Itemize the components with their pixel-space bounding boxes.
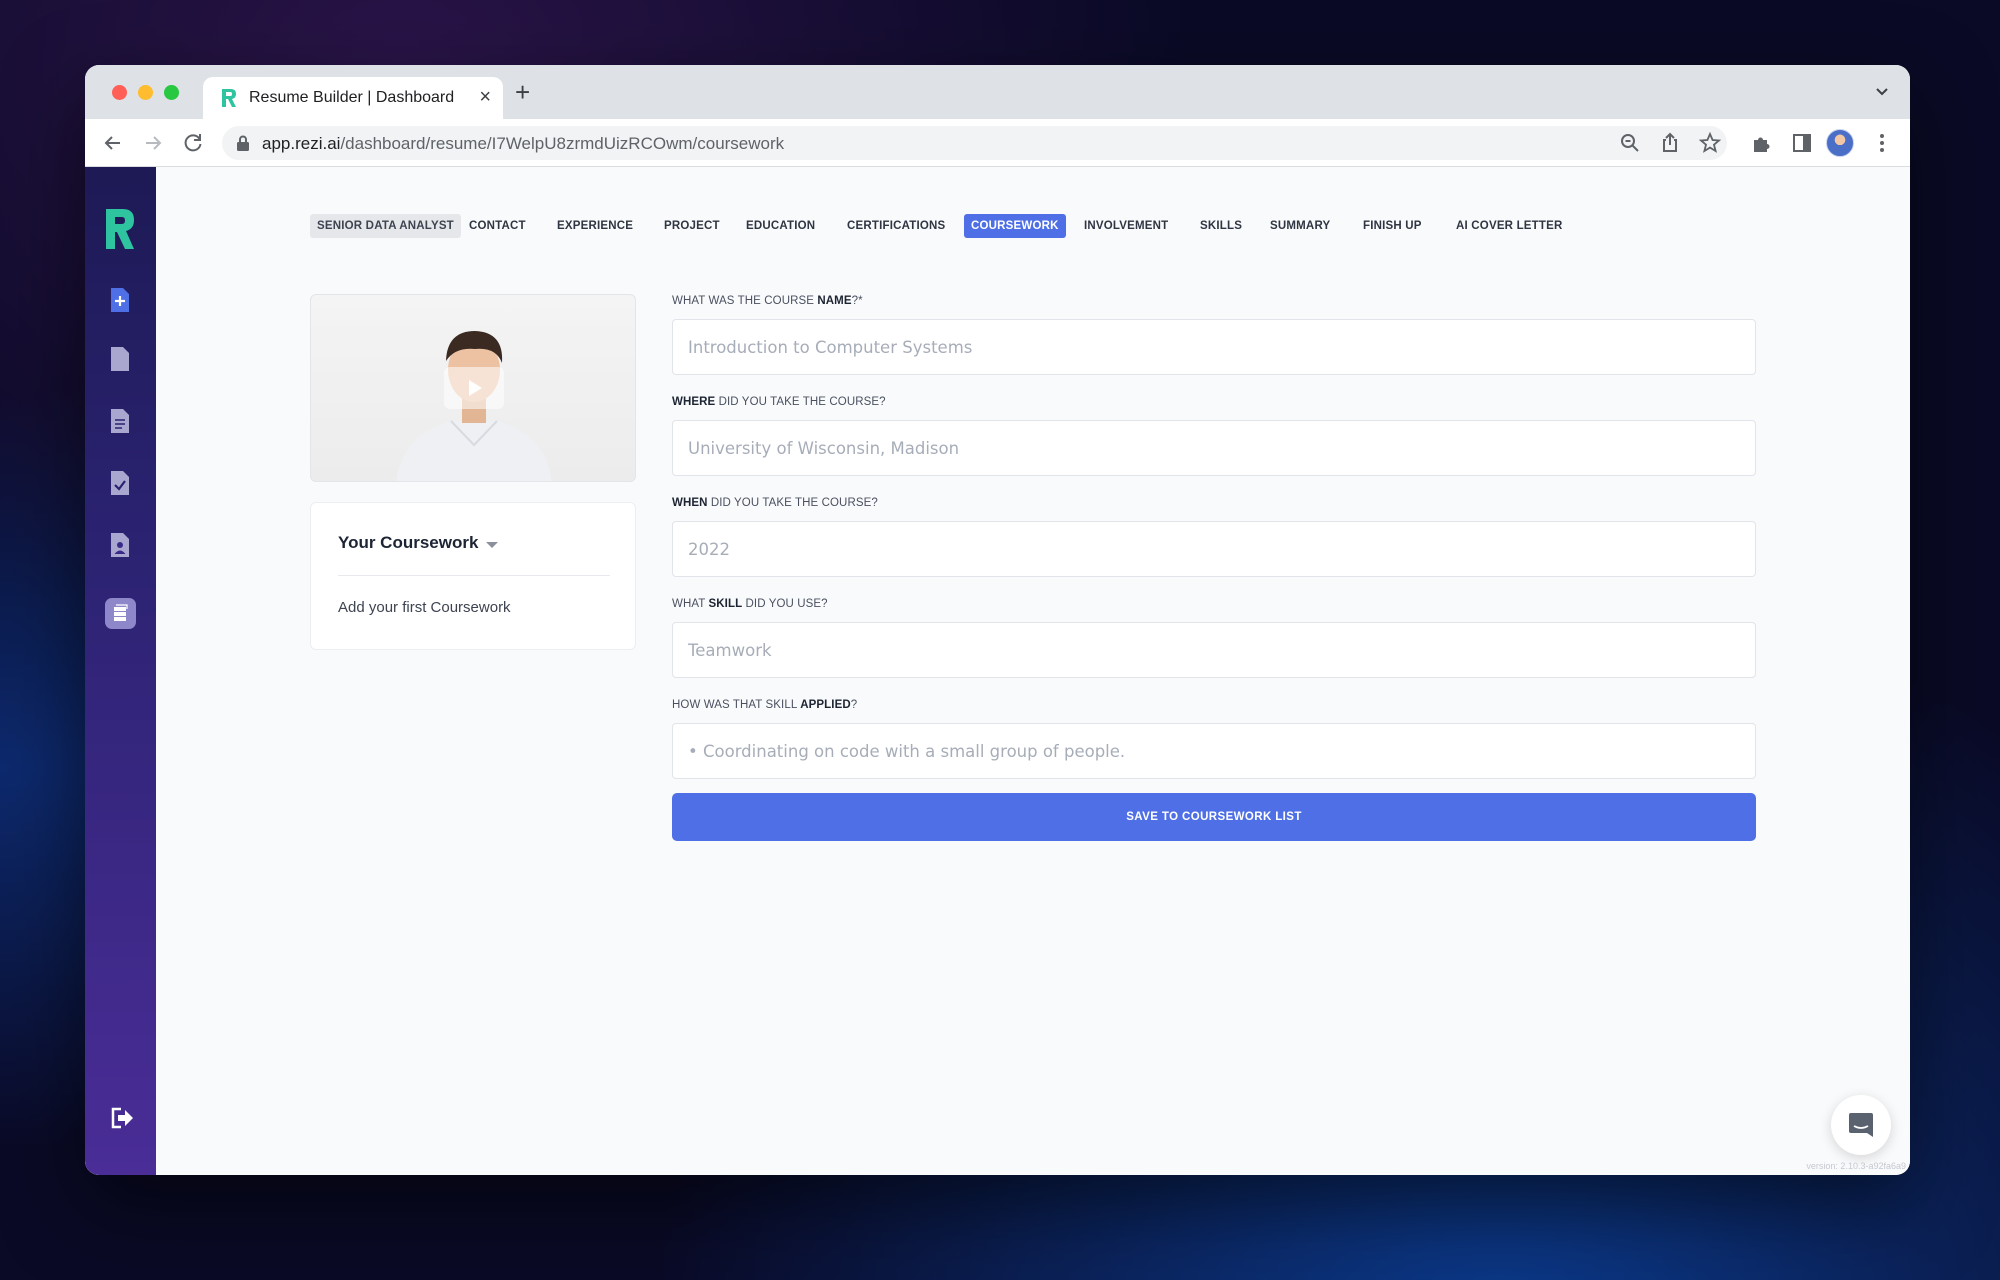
close-tab-icon[interactable]: × — [479, 86, 491, 108]
browser-menu-icon[interactable] — [1870, 131, 1894, 155]
document-icon[interactable] — [109, 346, 131, 372]
coursework-stack-icon[interactable] — [111, 601, 129, 625]
back-icon[interactable] — [101, 131, 125, 155]
browser-toolbar: app.rezi.ai/dashboard/resume/I7WelpU8zrm… — [85, 119, 1910, 167]
version-label: version: 2.10.3-a92fa6a9 — [1806, 1161, 1906, 1171]
tab-ai-cover-letter[interactable]: AI COVER LETTER — [1449, 214, 1570, 238]
label-text: ? — [850, 699, 858, 711]
minimize-window-button[interactable] — [138, 85, 153, 100]
label-bold: SKILL — [708, 598, 743, 610]
reload-icon[interactable] — [181, 131, 205, 155]
course-name-input[interactable] — [673, 320, 1755, 374]
close-window-button[interactable] — [112, 85, 127, 100]
label-bold: NAME — [817, 295, 852, 307]
side-panel-icon[interactable] — [1790, 131, 1814, 155]
label-text: WHAT — [672, 598, 709, 610]
url-path: /dashboard/resume/I7WelpU8zrmdUizRCOwm/c… — [340, 134, 785, 153]
where-input[interactable] — [673, 421, 1755, 475]
when-field[interactable] — [672, 521, 1756, 577]
logout-icon[interactable] — [109, 1107, 135, 1129]
label-text: DID YOU TAKE THE COURSE? — [707, 497, 878, 509]
caret-down-icon[interactable] — [486, 542, 498, 548]
skill-label: WHAT SKILL DID YOU USE? — [672, 598, 828, 610]
label-text: DID YOU TAKE THE COURSE? — [715, 396, 886, 408]
tab-experience[interactable]: EXPERIENCE — [550, 214, 640, 238]
label-text: ?* — [851, 295, 863, 307]
browser-tab[interactable]: Resume Builder | Dashboard × — [203, 77, 503, 119]
divider — [338, 575, 610, 576]
new-resume-icon[interactable] — [109, 287, 131, 313]
label-bold: WHERE — [672, 396, 716, 408]
tab-title: Resume Builder | Dashboard — [249, 89, 455, 106]
chevron-down-icon[interactable] — [1872, 81, 1892, 101]
address-bar[interactable]: app.rezi.ai/dashboard/resume/I7WelpU8zrm… — [222, 126, 1727, 160]
applied-input[interactable] — [673, 724, 1755, 778]
bookmark-star-icon[interactable] — [1698, 131, 1722, 155]
forward-icon[interactable] — [141, 131, 165, 155]
label-bold: WHEN — [672, 497, 708, 509]
new-tab-icon[interactable]: + — [515, 79, 530, 105]
label-bold: APPLIED — [800, 699, 851, 711]
tutorial-video[interactable] — [310, 294, 636, 482]
applied-field[interactable] — [672, 723, 1756, 779]
coursework-panel: Your Coursework Add your first Coursewor… — [310, 502, 636, 650]
lock-icon — [237, 135, 249, 151]
browser-window: Resume Builder | Dashboard × + app.rezi.… — [85, 65, 1910, 1175]
rezi-favicon-icon — [222, 89, 236, 107]
app-content: SENIOR DATA ANALYST CONTACT EXPERIENCE P… — [85, 167, 1910, 1175]
document-person-icon[interactable] — [109, 532, 131, 558]
extensions-icon[interactable] — [1750, 131, 1774, 155]
label-text: WHAT WAS THE COURSE — [672, 295, 818, 307]
url-text: app.rezi.ai/dashboard/resume/I7WelpU8zrm… — [262, 134, 784, 154]
play-icon[interactable] — [444, 367, 504, 409]
tab-involvement[interactable]: INVOLVEMENT — [1077, 214, 1175, 238]
url-host: app.rezi.ai — [262, 134, 341, 153]
tab-education[interactable]: EDUCATION — [739, 214, 822, 238]
sidebar — [85, 167, 156, 1175]
tab-project[interactable]: PROJECT — [657, 214, 727, 238]
when-label: WHEN DID YOU TAKE THE COURSE? — [672, 497, 878, 509]
document-lines-icon[interactable] — [109, 408, 131, 434]
chat-launcher[interactable] — [1831, 1095, 1891, 1155]
maximize-window-button[interactable] — [164, 85, 179, 100]
chat-icon — [1849, 1113, 1873, 1137]
tab-strip: Resume Builder | Dashboard × + — [85, 65, 1910, 119]
label-text: DID YOU USE? — [742, 598, 828, 610]
tab-coursework[interactable]: COURSEWORK — [964, 214, 1066, 238]
tab-certifications[interactable]: CERTIFICATIONS — [840, 214, 952, 238]
save-to-coursework-button[interactable]: SAVE TO COURSEWORK LIST — [672, 793, 1756, 841]
coursework-empty-text: Add your first Coursework — [338, 599, 511, 616]
skill-field[interactable] — [672, 622, 1756, 678]
when-input[interactable] — [673, 522, 1755, 576]
document-check-icon[interactable] — [109, 470, 131, 496]
tab-finish-up[interactable]: FINISH UP — [1356, 214, 1429, 238]
tab-summary[interactable]: SUMMARY — [1263, 214, 1337, 238]
share-icon[interactable] — [1658, 131, 1682, 155]
zoom-icon[interactable] — [1618, 131, 1642, 155]
where-field[interactable] — [672, 420, 1756, 476]
tab-skills[interactable]: SKILLS — [1193, 214, 1249, 238]
course-name-label: WHAT WAS THE COURSE NAME?* — [672, 295, 863, 307]
logo-icon[interactable] — [103, 207, 137, 251]
tab-contact[interactable]: CONTACT — [462, 214, 533, 238]
skill-input[interactable] — [673, 623, 1755, 677]
applied-label: HOW WAS THAT SKILL APPLIED? — [672, 699, 857, 711]
where-label: WHERE DID YOU TAKE THE COURSE? — [672, 396, 886, 408]
resume-name-tab[interactable]: SENIOR DATA ANALYST — [310, 214, 461, 238]
profile-avatar[interactable] — [1826, 129, 1854, 157]
course-name-field[interactable] — [672, 319, 1756, 375]
label-text: HOW WAS THAT SKILL — [672, 699, 801, 711]
coursework-panel-title[interactable]: Your Coursework — [338, 533, 478, 553]
